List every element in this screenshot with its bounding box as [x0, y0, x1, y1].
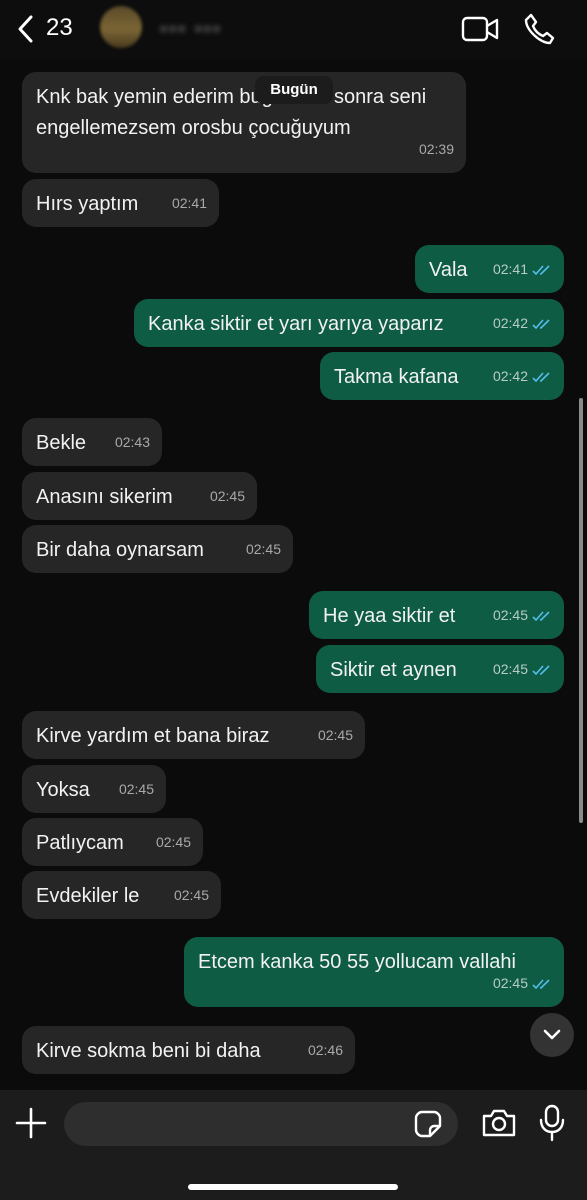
message-text: Knk bak yemin ederim bugünden sonra seni…	[36, 86, 427, 139]
message-text: Kirve yardım et bana biraz	[36, 725, 270, 747]
message-text: Takma kafana	[334, 366, 459, 388]
message-bubble[interactable]: Bir daha oynarsam 02:45	[22, 525, 293, 573]
message-time: 02:45	[209, 488, 245, 504]
message-bubble[interactable]: Patlıycam 02:45	[22, 818, 203, 866]
message-composer	[0, 1090, 587, 1200]
phone-call-icon[interactable]	[523, 12, 555, 46]
message-time: 02:45	[245, 541, 281, 557]
message-text: Bekle	[36, 432, 87, 454]
camera-icon[interactable]	[481, 1107, 517, 1139]
microphone-icon[interactable]	[538, 1104, 566, 1142]
message-text: He yaa siktir et	[323, 605, 456, 627]
message-time: 02:45	[492, 975, 528, 991]
message-bubble[interactable]: Vala 02:41	[415, 245, 564, 293]
read-ticks-icon	[532, 371, 550, 382]
message-text: Bir daha oynarsam	[36, 539, 204, 561]
message-time: 02:45	[173, 887, 209, 903]
avatar[interactable]	[100, 6, 142, 48]
read-ticks-icon	[532, 664, 550, 675]
message-text: Kanka siktir et yarı yarıya yaparız	[148, 313, 444, 335]
contact-name[interactable]: ▪▪▪ ▪▪▪	[160, 18, 222, 41]
message-bubble[interactable]: He yaa siktir et 02:45	[309, 591, 564, 639]
message-text: Siktir et aynen	[330, 659, 457, 681]
chat-header: 23 ▪▪▪ ▪▪▪	[0, 0, 587, 60]
message-time: 02:46	[307, 1042, 343, 1058]
message-time: 02:41	[171, 195, 207, 211]
message-text: Kirve sokma beni bi daha	[36, 1040, 261, 1062]
message-bubble[interactable]: Etcem kanka 50 55 yollucam vallahi 02:45	[184, 937, 564, 1007]
sticker-icon[interactable]	[414, 1110, 442, 1138]
message-text: Yoksa	[36, 779, 90, 801]
message-bubble[interactable]: Kanka siktir et yarı yarıya yaparız 02:4…	[134, 299, 564, 347]
message-text: Patlıycam	[36, 832, 124, 854]
message-bubble[interactable]: Kirve sokma beni bi daha 02:46	[22, 1026, 355, 1074]
date-separator: Bugün	[255, 76, 333, 104]
read-ticks-icon	[532, 264, 550, 275]
message-time: 02:43	[114, 434, 150, 450]
video-call-icon[interactable]	[461, 14, 499, 44]
scroll-to-bottom-button[interactable]	[530, 1013, 574, 1057]
message-time: 02:42	[492, 315, 528, 331]
message-text: Etcem kanka 50 55 yollucam vallahi	[198, 951, 516, 973]
home-indicator[interactable]	[188, 1184, 398, 1190]
message-bubble[interactable]: Siktir et aynen 02:45	[316, 645, 564, 693]
message-bubble[interactable]: Bekle 02:43	[22, 418, 162, 466]
message-bubble[interactable]: Yoksa 02:45	[22, 765, 166, 813]
message-bubble[interactable]: Kirve yardım et bana biraz 02:45	[22, 711, 365, 759]
message-bubble[interactable]: Knk bak yemin ederim bugünden sonra seni…	[22, 72, 466, 173]
message-time: 02:45	[492, 607, 528, 623]
message-bubble[interactable]: Hırs yaptım 02:41	[22, 179, 219, 227]
message-bubble[interactable]: Evdekiler le 02:45	[22, 871, 221, 919]
message-text: Vala	[429, 259, 468, 281]
chevron-down-icon	[543, 1029, 561, 1040]
message-time: 02:45	[118, 781, 154, 797]
message-time: 02:45	[317, 727, 353, 743]
message-time: 02:45	[155, 834, 191, 850]
message-time: 02:41	[492, 261, 528, 277]
back-icon[interactable]	[14, 14, 38, 44]
read-ticks-icon	[532, 978, 550, 989]
message-time: 02:45	[492, 661, 528, 677]
message-time: 02:42	[492, 368, 528, 384]
message-text: Hırs yaptım	[36, 193, 139, 215]
read-ticks-icon	[532, 610, 550, 621]
message-text: Evdekiler le	[36, 885, 140, 907]
scrollbar[interactable]	[579, 398, 583, 823]
message-time: 02:39	[418, 141, 454, 157]
read-ticks-icon	[532, 318, 550, 329]
plus-icon[interactable]	[14, 1106, 48, 1140]
unread-count[interactable]: 23	[46, 14, 73, 42]
message-bubble[interactable]: Takma kafana 02:42	[320, 352, 564, 400]
message-list[interactable]: Knk bak yemin ederim bugünden sonra seni…	[0, 60, 587, 1090]
message-input[interactable]	[64, 1102, 458, 1146]
message-text: Anasını sikerim	[36, 486, 173, 508]
message-bubble[interactable]: Anasını sikerim 02:45	[22, 472, 257, 520]
